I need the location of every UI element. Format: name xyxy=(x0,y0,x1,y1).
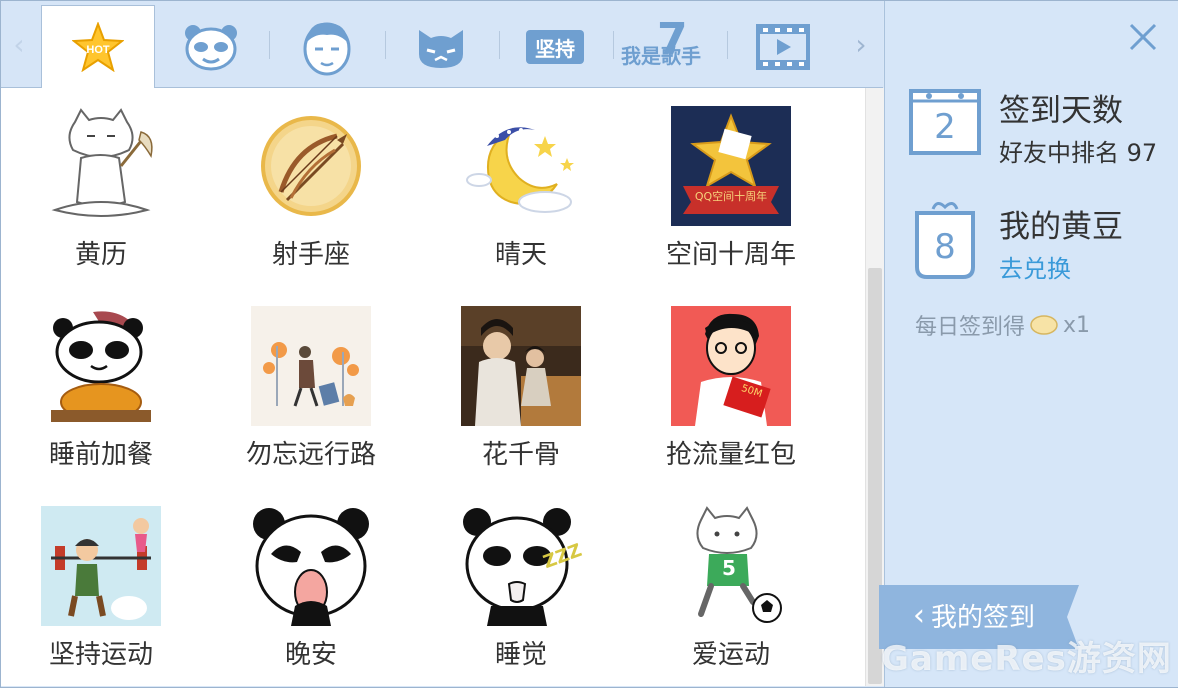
sticker-window: ‹ HOT 坚持 7 我是歌手 › 黄历 射手座 晴天 QQ空间十周年 空间十周… xyxy=(0,0,1178,688)
sticker-label: 花千骨 xyxy=(481,440,560,470)
beans-bag-icon: 8 xyxy=(909,197,981,281)
sticker-label: 睡觉 xyxy=(494,640,547,670)
sticker-item-huangli[interactable]: 黄历 xyxy=(1,88,211,288)
sticker-label: 睡前加餐 xyxy=(48,440,153,470)
sticker-label: 勿忘远行路 xyxy=(245,440,376,470)
sticker-item-sagittarius[interactable]: 射手座 xyxy=(211,88,421,288)
gold-star-icon xyxy=(683,113,779,214)
sticker-item-keep-exercising[interactable]: 坚持运动 xyxy=(1,488,211,686)
sticker-item-midnight-snack[interactable]: 睡前加餐 xyxy=(1,288,211,488)
sticker-item-huaqiangu[interactable]: 花千骨 xyxy=(421,288,631,488)
tab-singer[interactable]: 7 我是歌手 xyxy=(613,7,725,87)
singer-logo-icon: 7 我是歌手 xyxy=(621,14,717,72)
checkin-panel: 2 签到天数 好友中排名 97 8 我的黄豆 去兑换 每日签到得 x1 ‹ 我的… xyxy=(879,1,1178,687)
sticker-label: 晚安 xyxy=(284,640,337,670)
beans-value: 8 xyxy=(934,227,956,267)
sagittarius-bow-icon xyxy=(261,116,361,216)
my-checkin-label-group: ‹ 我的签到 xyxy=(913,597,1035,634)
redeem-link[interactable]: 去兑换 xyxy=(999,249,1071,284)
sticker-item-goodnight[interactable]: 晚安 xyxy=(211,488,421,686)
sticker-grid-area: 黄历 射手座 晴天 QQ空间十周年 空间十周年 睡前加餐 勿忘远行路 花千骨 5… xyxy=(1,88,865,686)
tab-persist[interactable]: 坚持 xyxy=(499,7,611,87)
watermark-text: GameRes游资网 xyxy=(881,639,1172,679)
panda-face-icon xyxy=(185,25,237,71)
boy-face-icon xyxy=(303,22,351,76)
cat-soccer-icon: 5 xyxy=(671,506,791,626)
daily-reward-count: x1 xyxy=(1063,312,1091,338)
chevron-left-icon: ‹ xyxy=(913,597,925,633)
friend-rank-text: 好友中排名 97 xyxy=(999,139,1158,167)
sticker-label: 爱运动 xyxy=(691,640,770,670)
sticker-label: 抢流量红包 xyxy=(665,440,796,470)
weightlifter-icon xyxy=(41,506,161,626)
tab-video[interactable] xyxy=(727,7,839,87)
tab-panda[interactable] xyxy=(155,7,267,87)
boy-figure-icon xyxy=(695,313,771,426)
bean-icon xyxy=(1030,315,1058,335)
sticker-item-sunny[interactable]: 晴天 xyxy=(421,88,631,288)
sticker-label: 坚持运动 xyxy=(48,640,153,670)
checkin-days-value: 2 xyxy=(934,107,956,147)
persist-tag-icon: 坚持 xyxy=(526,30,584,64)
qzone-anniversary-icon: QQ空间十周年 xyxy=(671,106,791,226)
sticker-item-traveler[interactable]: 勿忘远行路 xyxy=(211,288,421,488)
cat-meditating-icon xyxy=(51,108,153,217)
sticker-label: 空间十周年 xyxy=(665,240,796,270)
film-play-icon xyxy=(756,24,810,70)
boy-red-envelope-icon: 50M xyxy=(671,306,791,426)
panda-yawn-icon xyxy=(253,508,369,626)
panda-sleep-icon: ZZZ xyxy=(461,506,585,626)
tab-hot[interactable]: HOT xyxy=(41,5,155,88)
drama-still-icon xyxy=(461,306,581,426)
tab-boy[interactable] xyxy=(271,7,383,87)
checkin-calendar-icon: 2 xyxy=(909,85,981,157)
sticker-item-red-envelope[interactable]: 50M 抢流量红包 xyxy=(631,288,841,488)
daily-reward-text: 每日签到得 xyxy=(915,315,1026,340)
jersey-number: 5 xyxy=(722,556,736,580)
hot-star-icon: HOT xyxy=(72,22,124,72)
sticker-item-qzone-anniversary[interactable]: QQ空间十周年 空间十周年 xyxy=(631,88,841,288)
tab-scroll-right-icon[interactable]: › xyxy=(849,29,873,61)
singer-text: 我是歌手 xyxy=(621,44,701,68)
tab-scroll-left-icon[interactable]: ‹ xyxy=(7,29,31,61)
checkin-days-title: 签到天数 xyxy=(999,93,1123,129)
traveler-autumn-icon xyxy=(251,306,371,426)
sticker-label: 晴天 xyxy=(494,240,547,270)
beans-title: 我的黄豆 xyxy=(999,209,1123,245)
panda-turkey-icon xyxy=(51,311,151,422)
sticker-label: 黄历 xyxy=(74,240,127,270)
sticker-item-sleep[interactable]: ZZZ 睡觉 xyxy=(421,488,631,686)
cat-face-icon xyxy=(419,30,463,68)
close-icon[interactable] xyxy=(1125,19,1161,55)
daily-reward: 每日签到得 x1 xyxy=(915,309,1090,341)
hot-badge-text: HOT xyxy=(86,44,110,56)
category-tab-bar: ‹ HOT 坚持 7 我是歌手 › xyxy=(1,1,883,88)
my-checkin-label: 我的签到 xyxy=(931,603,1036,633)
qzone-banner-text: QQ空间十周年 xyxy=(694,190,768,203)
sticker-item-love-sports[interactable]: 5 爱运动 xyxy=(631,488,841,686)
moon-stars-icon xyxy=(466,127,574,213)
tab-cat[interactable] xyxy=(385,7,497,87)
tab-divider xyxy=(269,31,270,59)
sticker-label: 射手座 xyxy=(271,240,350,270)
